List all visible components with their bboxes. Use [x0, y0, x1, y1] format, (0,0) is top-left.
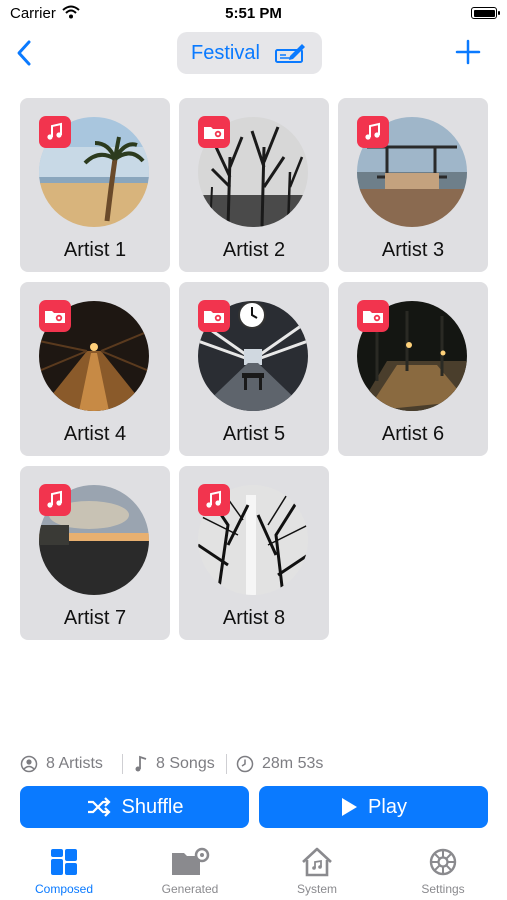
songs-count: 8 Songs	[134, 752, 215, 776]
shuffle-button[interactable]: Shuffle	[20, 786, 249, 828]
plus-icon	[455, 39, 481, 65]
music-note-icon	[39, 484, 71, 516]
tab-bar: Composed Generated System Settings	[0, 840, 507, 900]
folder-gear-icon	[172, 847, 210, 875]
playlist-stats: 8 Artists 8 Songs 28m 53s	[20, 752, 490, 776]
playlist-title-button[interactable]: Festival	[177, 32, 322, 74]
tab-system[interactable]: System	[267, 846, 367, 900]
divider	[122, 754, 123, 774]
chevron-left-icon	[17, 40, 31, 66]
clock-icon	[236, 755, 254, 773]
artists-count: 8 Artists	[20, 752, 103, 776]
play-button[interactable]: Play	[259, 786, 488, 828]
artist-name: Artist 3	[381, 239, 445, 261]
pencil-square-icon	[275, 44, 305, 63]
tab-label: System	[296, 882, 337, 896]
music-note-icon	[135, 755, 147, 772]
artist-name: Artist 6	[381, 423, 445, 445]
music-note-icon	[198, 484, 230, 516]
person-circle-icon	[20, 755, 38, 773]
artist-card-5[interactable]: Artist 5	[179, 282, 329, 456]
artist-name: Artist 7	[63, 607, 127, 629]
artist-card-4[interactable]: Artist 4	[20, 282, 170, 456]
artist-card-6[interactable]: Artist 6	[338, 282, 488, 456]
artist-name: Artist 8	[222, 607, 286, 629]
tab-label: Settings	[421, 882, 465, 896]
artist-name: Artist 2	[222, 239, 286, 261]
folder-gear-icon	[198, 116, 230, 148]
music-note-icon	[357, 116, 389, 148]
navigation-bar: Festival	[0, 30, 507, 76]
grid-icon	[51, 849, 77, 875]
artist-card-8[interactable]: Artist 8	[179, 466, 329, 640]
status-bar: Carrier 5:51 PM	[0, 0, 507, 28]
tab-settings[interactable]: Settings	[393, 846, 493, 900]
artist-name: Artist 4	[63, 423, 127, 445]
clock: 5:51 PM	[225, 5, 282, 22]
battery-icon	[471, 7, 500, 19]
back-button[interactable]	[12, 38, 38, 68]
divider	[226, 754, 227, 774]
play-label: Play	[368, 795, 407, 818]
house-icon	[302, 847, 332, 877]
artist-name: Artist 5	[222, 423, 286, 445]
playlist-title: Festival	[191, 42, 260, 64]
artist-name: Artist 1	[63, 239, 127, 261]
artist-card-3[interactable]: Artist 3	[338, 98, 488, 272]
gear-icon	[429, 848, 457, 876]
shuffle-label: Shuffle	[121, 795, 184, 818]
artist-card-7[interactable]: Artist 7	[20, 466, 170, 640]
folder-gear-icon	[357, 300, 389, 332]
artist-card-2[interactable]: Artist 2	[179, 98, 329, 272]
artists-count-label: 8 Artists	[46, 755, 103, 772]
duration-label: 28m 53s	[262, 755, 324, 772]
clock-icon	[238, 301, 266, 329]
shuffle-icon	[87, 797, 111, 817]
folder-gear-icon	[198, 300, 230, 332]
duration: 28m 53s	[236, 752, 323, 776]
artist-card-1[interactable]: Artist 1	[20, 98, 170, 272]
folder-gear-icon	[39, 300, 71, 332]
music-note-icon	[39, 116, 71, 148]
play-icon	[342, 798, 358, 816]
tab-label: Generated	[161, 882, 219, 896]
tab-label: Composed	[34, 882, 94, 896]
tab-generated[interactable]: Generated	[140, 846, 240, 900]
songs-count-label: 8 Songs	[156, 755, 215, 772]
add-button[interactable]	[454, 38, 482, 66]
tab-composed[interactable]: Composed	[14, 846, 114, 900]
